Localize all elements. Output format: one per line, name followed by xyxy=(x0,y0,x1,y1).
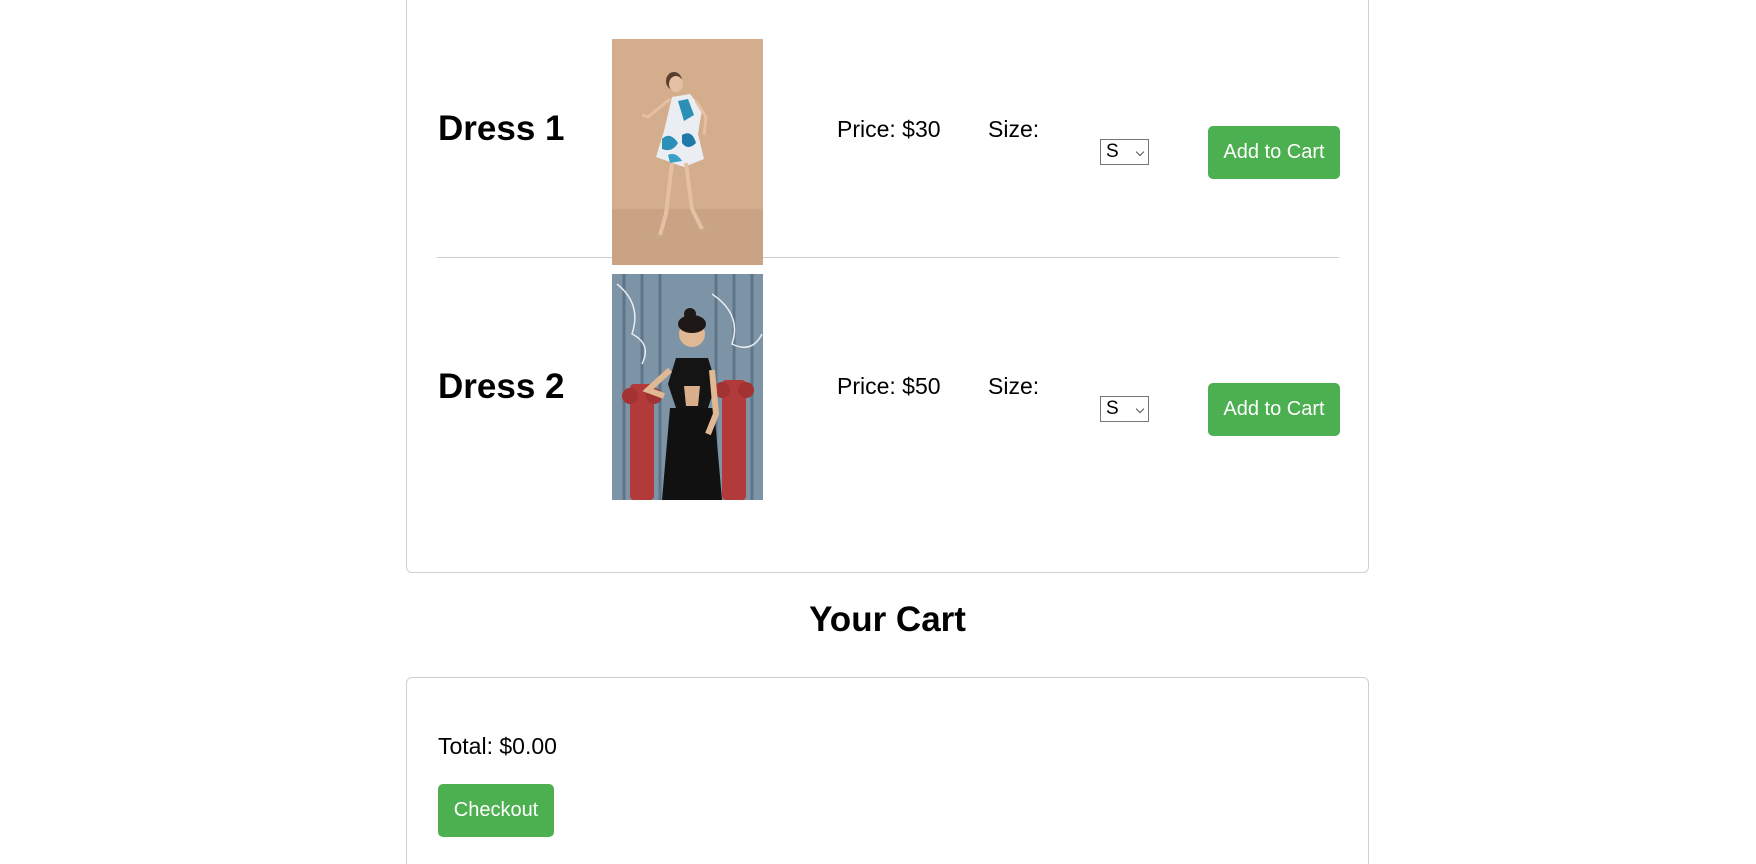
add-to-cart-button[interactable]: Add to Cart xyxy=(1208,383,1340,436)
checkout-button[interactable]: Checkout xyxy=(438,784,554,837)
size-select[interactable]: S xyxy=(1100,139,1149,165)
product-image-dress-1 xyxy=(612,39,763,265)
cart-title: Your Cart xyxy=(809,600,966,639)
chevron-down-icon xyxy=(1135,147,1145,157)
product-price: Price: $30 xyxy=(837,115,941,142)
product-image-dress-2 xyxy=(612,274,763,500)
product-name: Dress 2 xyxy=(438,366,565,406)
cart-total: Total: $0.00 xyxy=(438,733,557,759)
shop-page: Dress 1 Price: $30 Size: S Add to Cart D… xyxy=(0,0,1756,864)
size-label: Size: xyxy=(988,115,1040,142)
product-row-dress-2: Dress 2 Price: $50 Size: S Add to Cart xyxy=(437,258,1340,515)
product-name: Dress 1 xyxy=(438,109,565,148)
add-to-cart-button[interactable]: Add to Cart xyxy=(1208,126,1340,179)
products-panel: Dress 1 Price: $30 Size: S Add to Cart D… xyxy=(406,0,1369,573)
size-select-value: S xyxy=(1106,398,1119,419)
cart-panel: Total: $0.00 Checkout xyxy=(406,677,1369,864)
product-row-dress-1: Dress 1 Price: $30 Size: S Add to Cart xyxy=(437,1,1340,265)
chevron-down-icon xyxy=(1135,404,1145,414)
product-price: Price: $50 xyxy=(837,373,941,399)
size-select[interactable]: S xyxy=(1100,396,1149,422)
size-select-value: S xyxy=(1106,141,1119,162)
size-label: Size: xyxy=(988,373,1040,399)
